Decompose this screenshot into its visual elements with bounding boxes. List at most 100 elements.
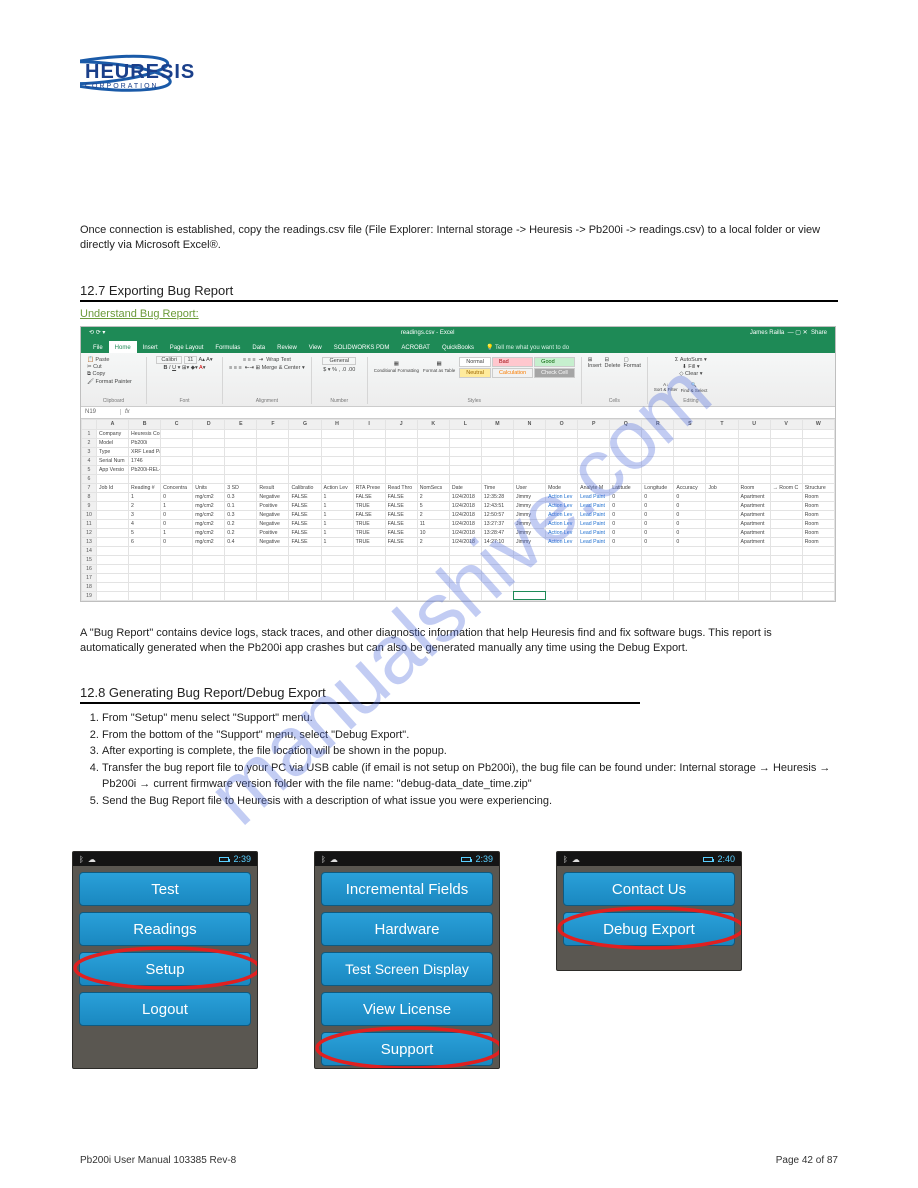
bluetooth-icon: ᛒ: [321, 855, 326, 864]
spreadsheet-grid[interactable]: ABCDEFGHIJKLMNOPQRSTUVW1CompanyHeuresis …: [81, 419, 835, 601]
cell-style-neutral[interactable]: Neutral: [459, 368, 491, 378]
status-clock: 2:40: [717, 854, 735, 864]
tab-insert[interactable]: Insert: [137, 341, 164, 353]
tab-quickbooks[interactable]: QuickBooks: [436, 341, 480, 353]
name-box[interactable]: N19: [81, 409, 121, 415]
battery-icon: [703, 857, 713, 862]
bluetooth-icon: ᛒ: [79, 855, 84, 864]
cloud-icon: ☁: [572, 855, 580, 864]
tab-acrobat[interactable]: ACROBAT: [395, 341, 436, 353]
section-title-2: 12.8 Generating Bug Report/Debug Export: [80, 685, 640, 704]
step-item: From the bottom of the "Support" menu, s…: [102, 727, 838, 744]
cloud-icon: ☁: [88, 855, 96, 864]
delete-cell-button[interactable]: ⊟Delete: [605, 357, 621, 369]
clear-button[interactable]: ◇ Clear ▾: [679, 371, 702, 377]
group-alignment: Alignment: [229, 398, 305, 404]
tab-file[interactable]: File: [87, 341, 109, 353]
page-footer: Pb200i User Manual 103385 Rev-8 Page 42 …: [80, 1155, 838, 1166]
step-item: Send the Bug Report file to Heuresis wit…: [102, 793, 838, 810]
tab-review[interactable]: Review: [271, 341, 303, 353]
cut-button[interactable]: ✂ Cut: [87, 364, 102, 370]
step-item: After exporting is complete, the file lo…: [102, 743, 838, 760]
svg-text:CORPORATION: CORPORATION: [85, 83, 159, 90]
steps-list: From "Setup" menu select "Support" menu.…: [80, 710, 838, 809]
tab-solidworks[interactable]: SOLIDWORKS PDM: [328, 341, 396, 353]
formula-bar: N19 fx: [81, 407, 835, 419]
status-bar: ᛒ☁ 2:39: [73, 852, 257, 866]
cloud-icon: ☁: [330, 855, 338, 864]
group-cells: Cells: [588, 398, 641, 404]
step-item: From "Setup" menu select "Support" menu.: [102, 710, 838, 727]
phone-screenshots-row: ᛒ ☁ 2:39 Test Readings Setup Logout ᛒ ☁ 2:…: [72, 851, 838, 1069]
font-name[interactable]: Calibri: [156, 356, 182, 364]
menu-contact-button[interactable]: Contact Us: [563, 872, 735, 906]
phone-screenshot-2: ᛒ ☁ 2:39 Incremental Fields Hardware Test…: [314, 851, 500, 1069]
conditional-formatting-icon[interactable]: ▦: [394, 361, 399, 367]
menu-testscreen-button[interactable]: Test Screen Display: [321, 952, 493, 986]
format-as-table-icon[interactable]: ▦: [437, 361, 442, 367]
tab-pagelayout[interactable]: Page Layout: [164, 341, 210, 353]
menu-incremental-button[interactable]: Incremental Fields: [321, 872, 493, 906]
find-select-button[interactable]: 🔍Find & Select: [681, 382, 708, 393]
insert-cell-button[interactable]: ⊞Insert: [588, 357, 602, 369]
cell-style-bad[interactable]: Bad: [492, 357, 533, 367]
excel-user: James Railla — ▢ ✕ Share: [750, 329, 827, 336]
excel-screenshot: ⟲ ⟳ ▾ readings.csv - Excel James Railla …: [80, 326, 836, 602]
menu-test-button[interactable]: Test: [79, 872, 251, 906]
menu-debugexport-button[interactable]: Debug Export: [563, 912, 735, 946]
cell-style-check[interactable]: Check Cell: [534, 368, 575, 378]
font-size[interactable]: 11: [184, 356, 198, 364]
fx-icon: fx: [121, 409, 134, 415]
autosum-button[interactable]: Σ AutoSum ▾: [675, 357, 707, 363]
menu-support-button[interactable]: Support: [321, 1032, 493, 1066]
svg-text:HEURESIS: HEURESIS: [85, 61, 195, 83]
status-bar: ᛒ ☁ 2:39: [315, 852, 499, 866]
cell-style-good[interactable]: Good: [534, 357, 575, 367]
menu-setup-button[interactable]: Setup: [79, 952, 251, 986]
group-number: Number: [318, 398, 361, 404]
phone-screenshot-1: ᛒ☁ 2:39 Test Readings Setup Logout: [72, 851, 258, 1069]
tab-home[interactable]: Home: [109, 341, 137, 353]
step-item: Transfer the bug report file to your PC …: [102, 760, 838, 793]
intro-paragraph: Once connection is established, copy the…: [80, 223, 838, 253]
merge-button[interactable]: ≡ ≡ ≡ ⇤⇥ ⊞ Merge & Center ▾: [229, 365, 305, 371]
number-buttons[interactable]: $ ▾ % , .0 .00: [323, 367, 355, 373]
group-styles: Styles: [374, 398, 575, 404]
excel-ribbon: 📋 Paste ✂ Cut ⧉ Copy 🖌 Format Painter Cl…: [81, 353, 835, 407]
tab-data[interactable]: Data: [246, 341, 271, 353]
battery-icon: [219, 857, 229, 862]
heuresis-logo: HEURESIS CORPORATION: [80, 50, 260, 103]
section1-body: A "Bug Report" contains device logs, sta…: [80, 626, 838, 656]
bluetooth-icon: ᛒ: [563, 855, 568, 864]
menu-logout-button[interactable]: Logout: [79, 992, 251, 1026]
menu-hardware-button[interactable]: Hardware: [321, 912, 493, 946]
group-editing: Editing: [654, 398, 728, 404]
group-font: Font: [153, 398, 216, 404]
copy-button[interactable]: ⧉ Copy: [87, 371, 105, 378]
tab-view[interactable]: View: [303, 341, 328, 353]
cell-style-calc[interactable]: Calculation: [492, 368, 533, 378]
format-painter-button[interactable]: 🖌 Format Painter: [87, 379, 132, 385]
status-bar: ᛒ ☁ 2:40: [557, 852, 741, 866]
fill-button[interactable]: ⬇ Fill ▾: [682, 364, 699, 370]
align-buttons[interactable]: ≡ ≡ ≡ ⇥ Wrap Text: [243, 357, 291, 363]
section-subtitle: Understand Bug Report:: [80, 308, 838, 320]
status-clock: 2:39: [475, 854, 493, 864]
sort-filter-button[interactable]: A↓Sort & Filter: [654, 382, 678, 392]
number-format[interactable]: General: [322, 357, 356, 365]
format-cell-button[interactable]: ▢Format: [623, 357, 640, 369]
paste-button[interactable]: 📋 Paste: [87, 357, 109, 363]
tell-me-search[interactable]: 💡 Tell me what you want to do: [480, 342, 575, 353]
quick-access: ⟲ ⟳ ▾: [89, 329, 105, 336]
group-clipboard: Clipboard: [87, 398, 140, 404]
font-style-buttons[interactable]: B I U ▾ ⊞▾ ◆▾ A▾: [164, 365, 206, 371]
tab-formulas[interactable]: Formulas: [209, 341, 246, 353]
excel-titlebar: ⟲ ⟳ ▾ readings.csv - Excel James Railla …: [81, 327, 835, 339]
menu-viewlicense-button[interactable]: View License: [321, 992, 493, 1026]
phone-screenshot-3: ᛒ ☁ 2:40 Contact Us Debug Export: [556, 851, 742, 971]
excel-window-title: readings.csv - Excel: [105, 330, 750, 336]
cell-style-normal[interactable]: Normal: [459, 357, 491, 367]
menu-readings-button[interactable]: Readings: [79, 912, 251, 946]
footer-doc-id: Pb200i User Manual 103385 Rev-8: [80, 1155, 236, 1166]
footer-page-num: Page 42 of 87: [776, 1155, 838, 1166]
